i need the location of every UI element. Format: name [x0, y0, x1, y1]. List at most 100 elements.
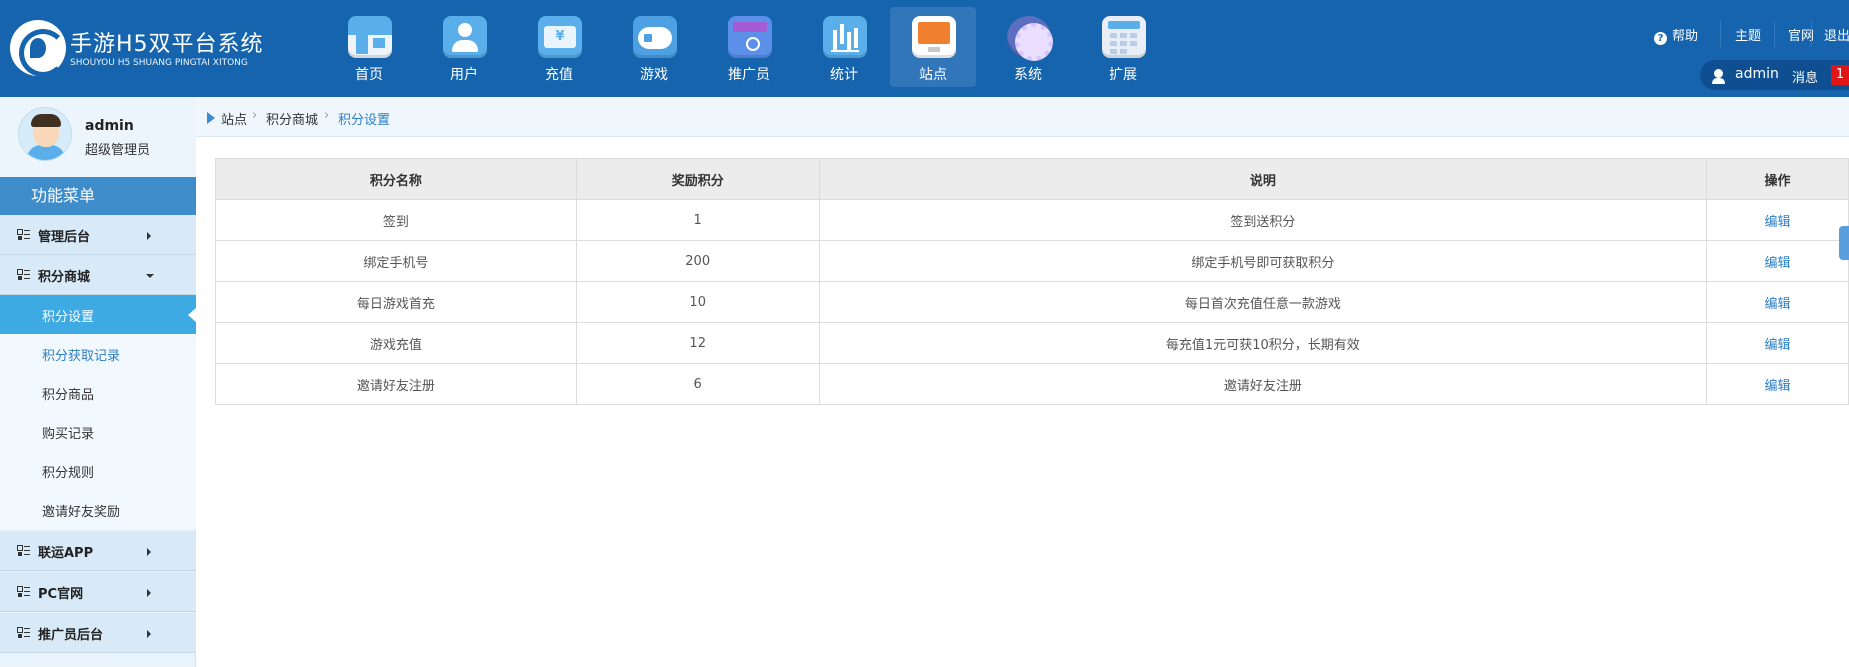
divider — [1774, 21, 1775, 47]
sidebar-group-points-mall[interactable]: 积分商城 — [0, 255, 196, 295]
divider — [1811, 21, 1812, 47]
description-cell: 绑定手机号即可获取积分 — [818, 240, 1708, 282]
user-bar: admin 消息 1 — [1700, 60, 1849, 90]
caret-right-icon — [147, 589, 151, 597]
messages-link[interactable]: 消息 — [1792, 67, 1818, 86]
edit-link[interactable]: 编辑 — [1765, 338, 1791, 353]
table-row: 签到 1 签到送积分 编辑 — [215, 199, 1849, 241]
app-subtitle: SHOUYOU H5 SHUANG PINGTAI XITONG — [70, 58, 248, 68]
caret-right-icon — [147, 232, 151, 240]
nav-label: 扩展 — [1109, 67, 1137, 83]
sidebar-item-label: 积分规则 — [42, 466, 95, 481]
nav-item-recharge[interactable]: 充值 — [516, 7, 602, 87]
breadcrumb-site[interactable]: 站点 — [221, 109, 247, 128]
points-name-cell: 每日游戏首充 — [215, 281, 577, 323]
user-profile: admin 超级管理员 — [0, 97, 196, 177]
nav-item-games[interactable]: 游戏 — [611, 7, 697, 87]
column-header: 积分名称 — [215, 158, 577, 200]
action-cell: 编辑 — [1706, 322, 1849, 364]
breadcrumb-current: 积分设置 — [338, 113, 391, 128]
sidebar-group-label: 联运APP — [38, 546, 94, 561]
sidebar-group-app[interactable]: 联运APP — [0, 531, 196, 571]
nav-label: 站点 — [919, 67, 947, 83]
points-name-cell: 签到 — [215, 199, 577, 241]
points-name-cell: 邀请好友注册 — [215, 363, 577, 405]
sidebar-item-invite-rewards[interactable]: 邀请好友奖励 — [0, 490, 196, 529]
sidebar-item-points-settings[interactable]: 积分设置 — [0, 295, 197, 334]
nav-label: 首页 — [355, 67, 383, 83]
user-icon — [1712, 69, 1725, 84]
sidebar-group-label: 积分商城 — [38, 270, 91, 285]
nav-label: 系统 — [1014, 67, 1042, 83]
nav-item-promoters[interactable]: 推广员 — [706, 7, 792, 87]
sidebar-item-points-records[interactable]: 积分获取记录 — [0, 334, 196, 373]
sidebar-group-admin[interactable]: 管理后台 — [0, 215, 196, 255]
points-name-cell: 绑定手机号 — [215, 240, 577, 282]
nav-item-site[interactable]: 站点 — [890, 7, 976, 87]
nav-label: 充值 — [545, 67, 573, 83]
sidebar-item-label: 积分商品 — [42, 388, 95, 403]
breadcrumb-points-mall[interactable]: 积分商城 — [266, 109, 318, 128]
sidebar-group-promoter-admin[interactable]: 推广员后台 — [0, 613, 196, 653]
sidebar: admin 超级管理员 功能菜单 管理后台 积分商城 积分设置 积分获取记录 积… — [0, 97, 197, 667]
caret-down-icon — [146, 274, 154, 278]
nav-item-system[interactable]: 系统 — [985, 7, 1071, 87]
help-link[interactable]: ? 帮助 — [1654, 25, 1698, 45]
play-icon — [207, 112, 215, 124]
sidebar-item-points-products[interactable]: 积分商品 — [0, 373, 196, 412]
profile-role: 超级管理员 — [85, 143, 151, 158]
sidebar-group-label: PC官网 — [38, 587, 84, 602]
sidebar-item-label: 积分获取记录 — [42, 349, 121, 364]
column-header: 奖励积分 — [575, 158, 820, 200]
description-cell: 签到送积分 — [818, 199, 1708, 241]
sidebar-item-label: 积分设置 — [42, 310, 95, 325]
nav-item-users[interactable]: 用户 — [421, 7, 507, 87]
edit-link[interactable]: 编辑 — [1765, 256, 1791, 271]
sidebar-item-label: 购买记录 — [42, 427, 95, 442]
divider — [1720, 21, 1721, 47]
nav-label: 推广员 — [728, 67, 770, 83]
avatar — [18, 107, 72, 161]
table-row: 每日游戏首充 10 每日首次充值任意一款游戏 编辑 — [215, 281, 1849, 323]
sidebar-group-pc-site[interactable]: PC官网 — [0, 572, 196, 612]
table-header-row: 积分名称 奖励积分 说明 操作 — [215, 158, 1849, 200]
side-panel-tab[interactable] — [1839, 226, 1849, 260]
points-settings-table: 积分名称 奖励积分 说明 操作 签到 1 签到送积分 编辑 绑定手机号 200 … — [215, 158, 1849, 405]
points-value-cell: 200 — [575, 240, 820, 282]
action-cell: 编辑 — [1706, 281, 1849, 323]
edit-link[interactable]: 编辑 — [1765, 379, 1791, 394]
nav-item-extensions[interactable]: 扩展 — [1080, 7, 1166, 87]
theme-link[interactable]: 主题 — [1735, 25, 1761, 44]
column-header: 操作 — [1706, 158, 1849, 200]
sidebar-group-label: 管理后台 — [38, 230, 91, 245]
breadcrumb-separator: › — [324, 108, 330, 123]
nav-item-home[interactable]: 首页 — [326, 7, 412, 87]
list-icon — [17, 627, 30, 638]
points-name-cell: 游戏充值 — [215, 322, 577, 364]
edit-link[interactable]: 编辑 — [1765, 215, 1791, 230]
top-links: ? 帮助 主题 官网 退出 — [0, 21, 1849, 47]
sidebar-item-purchase-records[interactable]: 购买记录 — [0, 412, 196, 451]
menu-title: 功能菜单 — [0, 177, 196, 215]
nav-label: 统计 — [830, 67, 858, 83]
profile-name: admin — [85, 118, 134, 134]
sidebar-item-label: 邀请好友奖励 — [42, 505, 121, 520]
points-value-cell: 10 — [575, 281, 820, 323]
message-count-badge[interactable]: 1 — [1831, 65, 1849, 85]
list-icon — [17, 545, 30, 556]
points-value-cell: 1 — [575, 199, 820, 241]
caret-right-icon — [147, 630, 151, 638]
sidebar-item-points-rules[interactable]: 积分规则 — [0, 451, 196, 490]
breadcrumb: 站点 › 积分商城 › 积分设置 — [196, 97, 1849, 137]
column-header: 说明 — [818, 158, 1708, 200]
logout-link[interactable]: 退出 — [1824, 25, 1849, 44]
list-icon — [17, 586, 30, 597]
table-row: 绑定手机号 200 绑定手机号即可获取积分 编辑 — [215, 240, 1849, 282]
edit-link[interactable]: 编辑 — [1765, 297, 1791, 312]
description-cell: 每日首次充值任意一款游戏 — [818, 281, 1708, 323]
table-row: 游戏充值 12 每充值1元可获10积分，长期有效 编辑 — [215, 322, 1849, 364]
nav-item-stats[interactable]: 统计 — [801, 7, 887, 87]
action-cell: 编辑 — [1706, 363, 1849, 405]
current-username[interactable]: admin — [1735, 66, 1779, 82]
points-value-cell: 6 — [575, 363, 820, 405]
